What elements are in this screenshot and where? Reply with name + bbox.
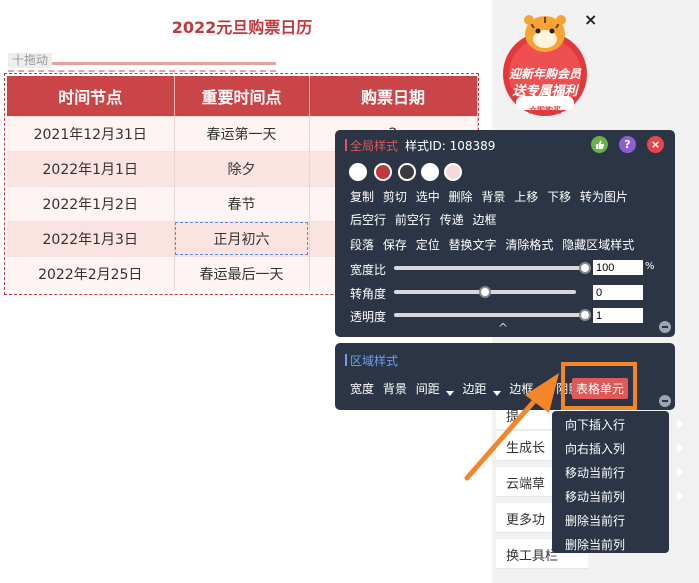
header-ticket-date[interactable]: 购票日期 [309,76,478,116]
collapse-chevron-icon[interactable]: ^ [498,321,508,335]
color-swatch-red[interactable] [374,163,392,181]
header-important-time[interactable]: 重要时间点 [174,76,310,116]
blank-line-after-button[interactable]: 后空行 [350,213,386,227]
actions-row-2: 后空行 前空行 传递 边框 [350,211,502,228]
replace-text-button[interactable]: 替换文字 [449,238,497,252]
submenu-arrow-icon [677,419,683,429]
actions-row-3: 段落 保存 定位 替换文字 清除格式 隐藏区域样式 [350,236,639,253]
menu-item-delete-row[interactable]: 删除当前行 [565,512,625,529]
pass-button[interactable]: 传递 [440,213,464,227]
blank-line-before-button[interactable]: 前空行 [395,213,431,227]
opacity-label: 透明度 [350,310,387,324]
selected-table-cell[interactable]: 正月初六 [174,220,310,256]
table-cell[interactable]: 2021年12月31日 [7,115,175,151]
opacity-input[interactable] [593,308,643,323]
background-button[interactable]: 背景 [383,382,407,396]
locate-button[interactable]: 定位 [416,238,440,252]
width-button[interactable]: 宽度 [350,382,374,396]
table-cell[interactable]: 2022年1月2日 [7,185,175,221]
menu-item-move-row[interactable]: 移动当前行 [565,464,625,481]
border-button[interactable]: 边框 [473,213,497,227]
header-time-node[interactable]: 时间节点 [7,76,175,116]
table-cell[interactable]: 春节 [174,185,310,221]
to-image-button[interactable]: 转为图片 [580,190,628,204]
close-icon[interactable]: × [647,136,664,153]
global-style-panel [335,130,675,337]
menu-item-insert-column-right[interactable]: 向右插入列 [565,440,625,457]
area-style-title: 区域样式 [345,352,398,369]
thumbs-up-glyph-icon [596,140,605,149]
width-ratio-unit: % [645,261,655,272]
hide-area-style-button[interactable]: 隐藏区域样式 [562,238,634,252]
width-ratio-slider[interactable] [394,266,585,270]
table-cell[interactable]: 除夕 [174,150,310,186]
submenu-arrow-icon [677,443,683,453]
color-swatch-white-2[interactable] [421,163,439,181]
width-ratio-slider-thumb[interactable] [579,262,591,274]
rotation-slider-thumb[interactable] [479,286,491,298]
table-cell[interactable]: 2022年1月3日 [7,220,175,256]
copy-button[interactable]: 复制 [350,190,374,204]
close-icon[interactable]: × [584,10,597,29]
rotation-label: 转角度 [350,287,387,301]
select-button[interactable]: 选中 [416,190,440,204]
opacity-slider-thumb[interactable] [579,309,591,321]
area-style-title-text: 区域样式 [350,354,399,368]
actions-row-1: 复制 剪切 选中 删除 背景 上移 下移 转为图片 [350,188,633,205]
minimize-area-panel-icon[interactable] [659,395,671,407]
promo-line-2: 送专属福利 [512,84,578,99]
move-up-button[interactable]: 上移 [514,190,538,204]
width-ratio-input[interactable] [593,260,643,275]
color-swatch-pink[interactable] [444,163,462,181]
spacing-label: 间距 [415,382,440,396]
global-style-title-text: 全局样式 [350,139,399,153]
table-cell[interactable]: 2022年2月25日 [7,255,175,291]
page-title: 2022元旦购票日历 [171,18,313,37]
move-down-button[interactable]: 下移 [547,190,571,204]
rotation-input[interactable] [593,285,643,300]
submenu-arrow-icon [677,491,683,501]
help-icon[interactable]: ? [619,136,636,153]
menu-item-delete-column[interactable]: 删除当前列 [565,536,625,553]
opacity-slider[interactable] [394,313,585,317]
spacing-dropdown[interactable]: 间距 [416,382,454,396]
table-cell[interactable]: 春运最后一天 [174,255,310,291]
submenu-arrow-icon [677,467,683,477]
promo-banner[interactable]: 迎新年购会员 送专属福利 立即购买 [496,8,594,120]
promo-cta[interactable]: 立即购买 [496,105,594,116]
paragraph-button[interactable]: 段落 [350,238,374,252]
background-button[interactable]: 背景 [481,190,505,204]
delete-button[interactable]: 删除 [449,190,473,204]
table-cell[interactable]: 春运第一天 [174,115,310,151]
menu-item-move-column[interactable]: 移动当前列 [565,488,625,505]
clear-format-button[interactable]: 清除格式 [505,238,553,252]
cut-button[interactable]: 剪切 [383,190,407,204]
drag-handle[interactable]: 十拖动 [8,53,53,68]
color-swatch-dark[interactable] [398,163,416,181]
menu-item-insert-row-below[interactable]: 向下插入行 [565,416,625,433]
minimize-global-panel-icon[interactable] [659,321,671,333]
thumbs-up-icon[interactable] [591,136,608,153]
table-cell[interactable]: 2022年1月1日 [7,150,175,186]
chevron-down-icon [445,391,454,396]
save-button[interactable]: 保存 [383,238,407,252]
screen: 2022元旦购票日历 十拖动 时间节点 重要时间点 购票日期 2021年12月3… [0,0,699,583]
style-id-label: 样式ID: 108389 [405,139,496,153]
width-ratio-label: 宽度比 [350,263,387,277]
color-swatch-white[interactable] [349,163,367,181]
tiger-mascot-icon [503,15,587,116]
global-style-title: 全局样式 [345,137,398,154]
